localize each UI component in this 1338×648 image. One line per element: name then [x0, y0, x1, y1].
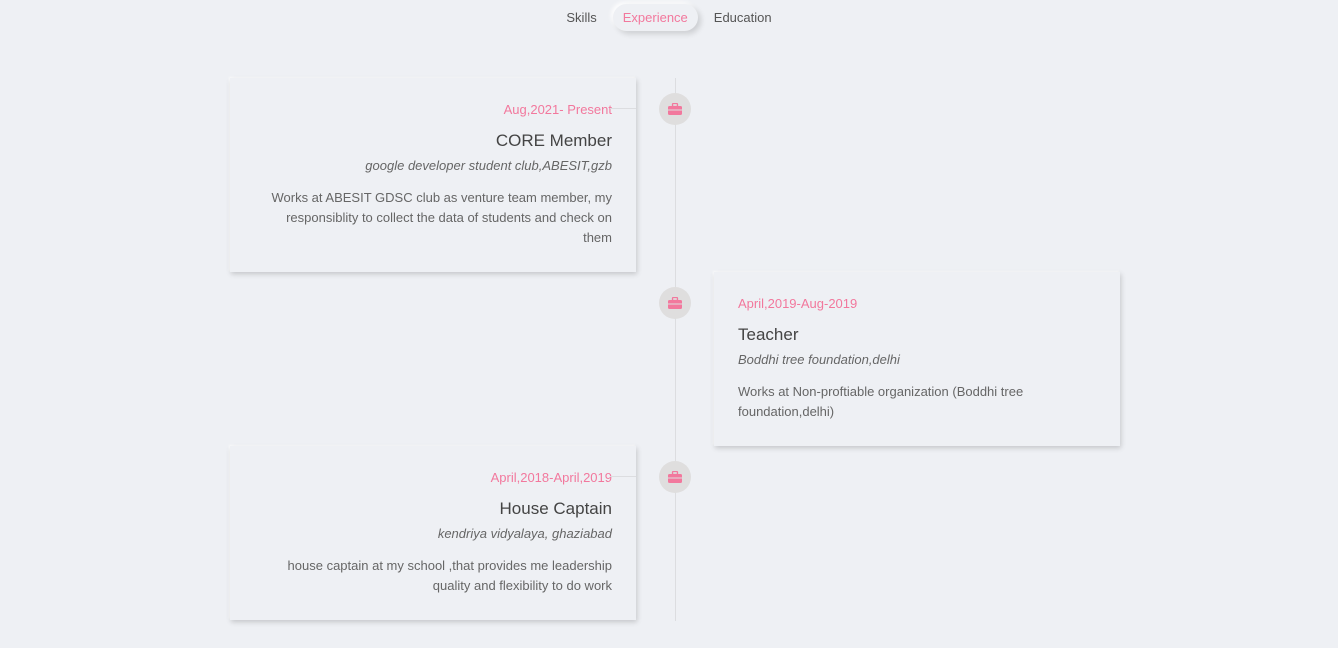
experience-title: Teacher	[738, 325, 799, 344]
qualification-tabs: Skills Experience Education	[0, 4, 1338, 31]
experience-card: Aug,2021- Present CORE Member google dev…	[230, 78, 636, 272]
timeline-dot	[659, 287, 691, 319]
experience-description: house captain at my school ,that provide…	[287, 558, 612, 593]
experience-description: Works at Non-proftiable organization (Bo…	[738, 384, 1024, 419]
timeline-line	[675, 78, 676, 621]
experience-card: April,2019-Aug-2019 Teacher Boddhi tree …	[714, 272, 1120, 446]
experience-organization: kendriya vidyalaya, ghaziabad	[437, 526, 612, 541]
briefcase-icon	[668, 471, 682, 483]
experience-date: April,2018-April,2019	[490, 470, 612, 485]
experience-title: CORE Member	[495, 131, 612, 150]
experience-organization: Boddhi tree foundation,delhi	[738, 352, 900, 367]
tab-education[interactable]: Education	[704, 4, 782, 31]
tab-skills[interactable]: Skills	[556, 4, 606, 31]
briefcase-icon	[668, 103, 682, 115]
timeline-dot	[659, 461, 691, 493]
experience-date: April,2019-Aug-2019	[738, 296, 858, 311]
experience-title: House Captain	[499, 499, 612, 518]
timeline-connector	[610, 476, 636, 477]
timeline-dot	[659, 93, 691, 125]
tab-experience[interactable]: Experience	[612, 4, 698, 31]
experience-description: Works at ABESIT GDSC club as venture tea…	[271, 190, 612, 245]
experience-date: Aug,2021- Present	[503, 102, 612, 117]
experience-card: April,2018-April,2019 House Captain kend…	[230, 446, 636, 620]
timeline-connector	[610, 108, 636, 109]
experience-organization: google developer student club,ABESIT,gzb	[365, 158, 612, 173]
briefcase-icon	[668, 297, 682, 309]
